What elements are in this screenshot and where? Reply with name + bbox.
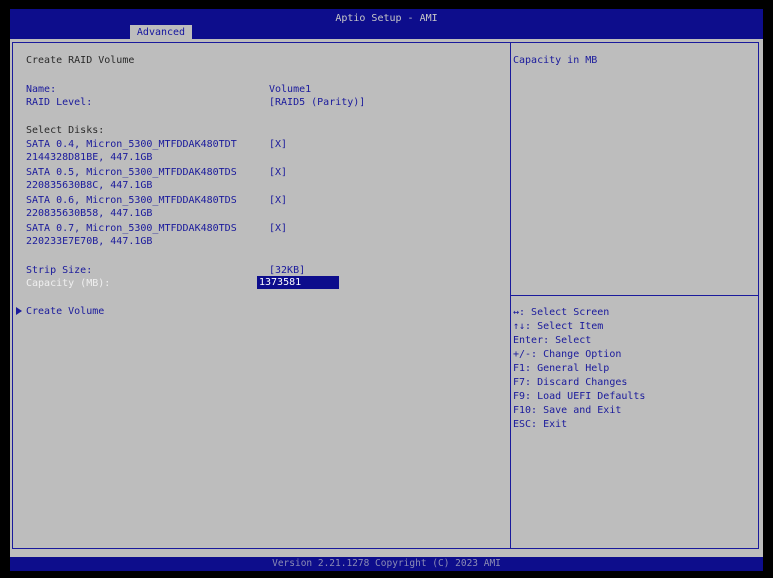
footer-version: Version 2.21.1278 Copyright (C) 2023 AMI [10,557,763,571]
help-text: Capacity in MB [513,55,598,66]
section-title: Create RAID Volume [26,55,135,66]
disk-3-checkbox[interactable]: [X] [269,223,287,235]
strip-size-label: Strip Size: [26,265,93,276]
name-value[interactable]: Volume1 [269,84,311,96]
key-hint: F10: Save and Exit [513,405,622,416]
disk-1-line2: 220835630B8C, 447.1GB [26,180,153,191]
key-hint: F7: Discard Changes [513,377,628,388]
disk-0-line2: 2144328D81BE, 447.1GB [26,152,153,163]
select-disks-label: Select Disks: [26,125,105,136]
disk-3-line2: 220233E7E70B, 447.1GB [26,236,153,247]
key-hint: +/-: Change Option [513,349,622,360]
window-title: Aptio Setup - AMI [335,13,438,24]
key-hint: ESC: Exit [513,419,568,430]
tab-advanced[interactable]: Advanced [130,25,192,39]
raid-level-value[interactable]: [RAID5 (Parity)] [269,97,365,109]
disk-1-line1: SATA 0.5, Micron_5300_MTFDDAK480TDS [26,167,237,178]
disk-3-line1: SATA 0.7, Micron_5300_MTFDDAK480TDS [26,223,237,234]
disk-2-checkbox[interactable]: [X] [269,195,287,207]
capacity-label: Capacity (MB): [26,278,111,289]
disk-2-line2: 220835630B58, 447.1GB [26,208,153,219]
disk-1-checkbox[interactable]: [X] [269,167,287,179]
capacity-value: 1373581 [259,277,302,288]
key-hint: F1: General Help [513,363,610,374]
disk-2-line1: SATA 0.6, Micron_5300_MTFDDAK480TDS [26,195,237,206]
create-volume-item[interactable]: Create Volume [26,306,104,318]
submenu-arrow-icon [16,307,22,315]
bios-screen: Aptio Setup - AMI Advanced Create RAID V… [10,9,763,571]
disk-0-checkbox[interactable]: [X] [269,139,287,151]
raid-level-label: RAID Level: [26,97,93,108]
title-bar: Aptio Setup - AMI Advanced [10,9,763,39]
key-hint: Enter: Select [513,335,592,346]
name-label: Name: [26,84,57,95]
key-hint: ↑↓: Select Item [513,321,604,332]
help-divider [511,295,758,296]
key-hint: ↔: Select Screen [513,307,610,318]
key-hint: F9: Load UEFI Defaults [513,391,646,402]
capacity-input[interactable]: 1373581 [257,276,339,289]
disk-0-line1: SATA 0.4, Micron_5300_MTFDDAK480TDT [26,139,237,150]
